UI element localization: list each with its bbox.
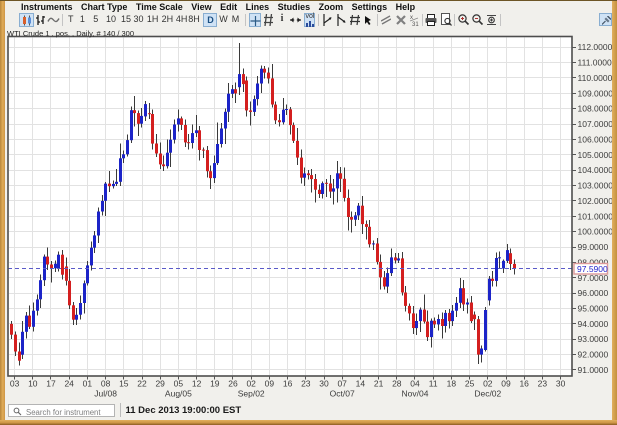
svg-text:Aug/05: Aug/05 (165, 389, 192, 399)
svg-text:94.0000: 94.0000 (578, 319, 609, 329)
svg-text:97.5900: 97.5900 (577, 264, 608, 274)
svg-text:111.0000: 111.0000 (578, 58, 612, 68)
svg-text:25: 25 (465, 379, 475, 389)
svg-text:23: 23 (301, 379, 311, 389)
svg-text:17: 17 (46, 379, 56, 389)
svg-text:106.0000: 106.0000 (578, 134, 614, 144)
svg-text:107.0000: 107.0000 (578, 119, 614, 129)
svg-text:09: 09 (501, 379, 511, 389)
svg-text:92.0000: 92.0000 (578, 350, 609, 360)
svg-text:99.0000: 99.0000 (578, 242, 609, 252)
svg-text:30: 30 (556, 379, 566, 389)
svg-text:110.0000: 110.0000 (578, 73, 613, 83)
svg-text:04: 04 (410, 379, 420, 389)
svg-text:105.0000: 105.0000 (578, 150, 614, 160)
svg-text:104.0000: 104.0000 (578, 165, 614, 175)
svg-text:16: 16 (283, 379, 293, 389)
svg-text:08: 08 (101, 379, 111, 389)
svg-text:23: 23 (538, 379, 548, 389)
svg-text:112.0000: 112.0000 (578, 42, 613, 52)
svg-text:15: 15 (119, 379, 129, 389)
svg-text:28: 28 (392, 379, 402, 389)
svg-text:Nov/04: Nov/04 (402, 389, 429, 399)
svg-text:09: 09 (265, 379, 275, 389)
svg-text:19: 19 (210, 379, 220, 389)
svg-text:101.0000: 101.0000 (578, 211, 614, 221)
svg-text:05: 05 (174, 379, 184, 389)
svg-text:29: 29 (155, 379, 165, 389)
svg-text:18: 18 (447, 379, 457, 389)
svg-text:95.0000: 95.0000 (578, 304, 609, 314)
svg-text:93.0000: 93.0000 (578, 334, 609, 344)
svg-text:Sep/02: Sep/02 (238, 389, 265, 399)
svg-text:109.0000: 109.0000 (578, 88, 614, 98)
svg-text:100.0000: 100.0000 (578, 227, 614, 237)
svg-text:02: 02 (483, 379, 493, 389)
svg-text:91.0000: 91.0000 (578, 365, 609, 375)
svg-text:24: 24 (64, 379, 74, 389)
svg-text:01: 01 (83, 379, 93, 389)
svg-text:14: 14 (356, 379, 366, 389)
svg-text:Jul/08: Jul/08 (94, 389, 117, 399)
svg-text:Oct/07: Oct/07 (330, 389, 355, 399)
svg-text:30: 30 (319, 379, 329, 389)
svg-text:Dec/02: Dec/02 (474, 389, 501, 399)
svg-text:10: 10 (28, 379, 38, 389)
svg-text:96.0000: 96.0000 (578, 288, 609, 298)
svg-text:31: 31 (412, 22, 419, 27)
svg-text:26: 26 (228, 379, 238, 389)
svg-text:07: 07 (337, 379, 347, 389)
svg-text:03: 03 (10, 379, 20, 389)
svg-text:108.0000: 108.0000 (578, 104, 614, 114)
svg-text:21: 21 (374, 379, 384, 389)
svg-text:11: 11 (429, 379, 438, 389)
svg-text:12: 12 (192, 379, 202, 389)
svg-text:02: 02 (246, 379, 256, 389)
svg-text:103.0000: 103.0000 (578, 181, 614, 191)
svg-text:16: 16 (519, 379, 529, 389)
svg-text:102.0000: 102.0000 (578, 196, 614, 206)
svg-text:22: 22 (137, 379, 147, 389)
